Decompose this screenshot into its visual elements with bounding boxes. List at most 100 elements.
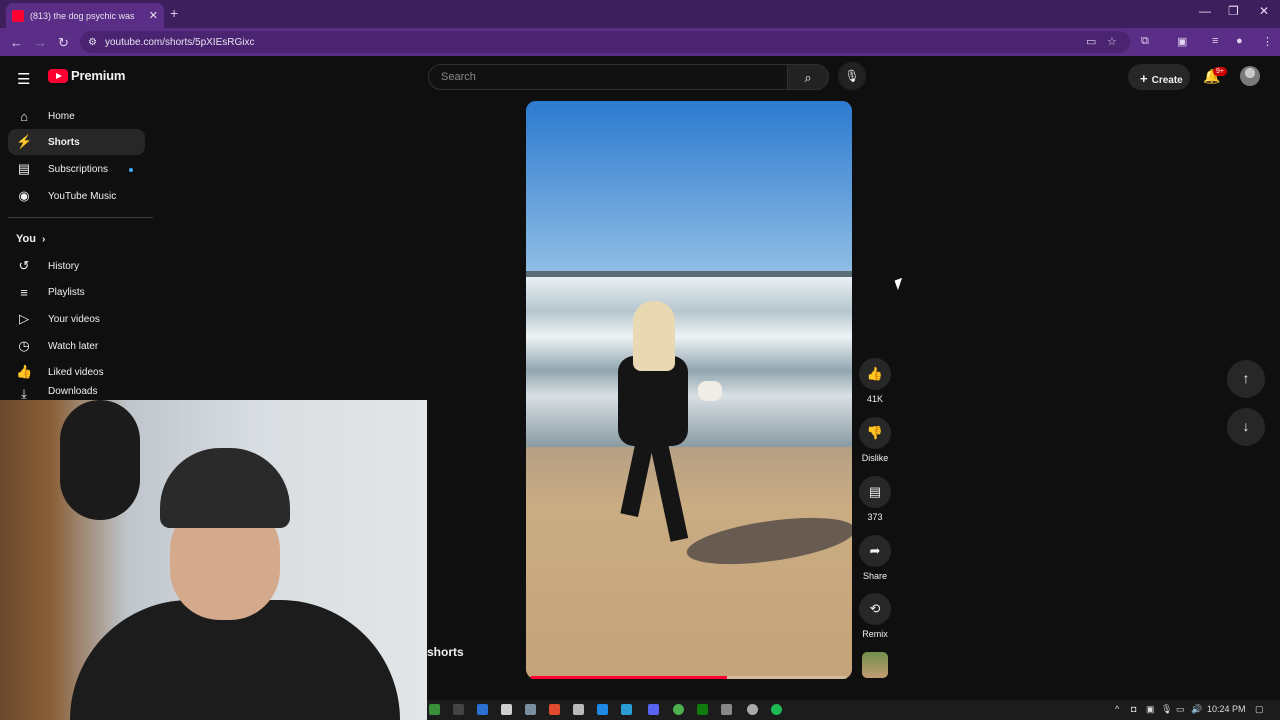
download-icon: ⤓	[21, 386, 27, 400]
volume-icon[interactable]: 🔊	[1191, 704, 1202, 715]
share-action[interactable]: ➦ Share	[857, 535, 893, 581]
sidebar-item-liked-videos[interactable]: 👍 Liked videos	[8, 359, 145, 385]
notifications-tray-icon[interactable]: ▢	[1255, 704, 1264, 715]
site-info-icon[interactable]: ⚙	[88, 37, 97, 48]
taskbar-app-icon[interactable]	[597, 704, 608, 715]
share-arrow-icon: ➦	[869, 543, 881, 558]
previous-short-button[interactable]: ↑	[1227, 360, 1265, 398]
like-button[interactable]: 👍	[859, 358, 891, 390]
sidebar-item-label: YouTube Music	[48, 190, 117, 202]
progress-fill	[531, 676, 727, 679]
sidebar-item-subscriptions[interactable]: ▤ Subscriptions	[8, 156, 145, 182]
liked-icon: 👍	[16, 364, 33, 379]
you-label: You	[16, 233, 36, 245]
comments-button[interactable]: ▤	[859, 476, 891, 508]
remix-action[interactable]: ⟲ Remix	[857, 593, 893, 639]
restore-button[interactable]: ❐	[1228, 4, 1239, 18]
media-control-icon[interactable]: ≡	[1212, 35, 1218, 47]
spotify-icon[interactable]	[771, 704, 782, 715]
sidebar-item-downloads[interactable]: ⤓ Downloads	[8, 386, 145, 400]
tab-close-icon[interactable]: ✕	[149, 9, 158, 22]
browser-tab[interactable]: (813) the dog psychic was ✕	[6, 3, 164, 28]
taskbar-app-icon[interactable]	[573, 704, 584, 715]
profile-icon[interactable]: ●	[1236, 35, 1243, 47]
shorts-video-player[interactable]	[526, 101, 852, 679]
tray-app-icon[interactable]: ◘	[1131, 704, 1136, 714]
youtube-header: ☰ Premium Search ⌕ 🎙 + Create 🔔 9+	[0, 56, 1280, 100]
watch-later-icon: ◷	[18, 338, 30, 353]
sidebar-item-label: Watch later	[48, 340, 99, 352]
next-short-button[interactable]: ↓	[1227, 408, 1265, 446]
like-action[interactable]: 👍 41K	[857, 358, 893, 404]
taskbar-app-icon[interactable]	[747, 704, 758, 715]
youtube-premium-logo[interactable]: Premium	[48, 68, 125, 83]
sidebar-item-watch-later[interactable]: ◷ Watch later	[8, 333, 145, 359]
arrow-down-icon: ↓	[1242, 418, 1250, 434]
forward-icon[interactable]: →	[34, 35, 47, 50]
install-icon[interactable]: ▭	[1086, 35, 1096, 48]
voice-search-button[interactable]: 🎙	[838, 62, 866, 90]
dislike-button[interactable]: 👎	[859, 417, 891, 449]
video-dog	[698, 381, 722, 401]
video-person	[618, 301, 708, 551]
comment-count: 373	[867, 512, 883, 522]
taskbar-app-icon[interactable]	[549, 704, 560, 715]
cast-icon[interactable]: ▣	[1177, 35, 1187, 48]
sidebar-item-shorts[interactable]: ⚡ Shorts	[8, 129, 145, 155]
sidebar-item-youtube-music[interactable]: ◉ YouTube Music	[8, 183, 145, 209]
webcam-overlay	[0, 400, 427, 720]
subscriptions-icon: ▤	[17, 161, 31, 176]
browser-toolbar: ← → ↻ ⚙ youtube.com/shorts/5pXIEsRGixc ▭…	[0, 28, 1280, 56]
comment-icon: ▤	[868, 484, 882, 499]
channel-thumbnail[interactable]	[862, 652, 888, 678]
share-label: Share	[862, 571, 888, 581]
address-bar[interactable]: ⚙ youtube.com/shorts/5pXIEsRGixc	[80, 31, 1130, 53]
back-icon[interactable]: ←	[10, 35, 23, 50]
search-icon: ⌕	[804, 70, 812, 85]
taskbar-app-icon[interactable]	[477, 704, 488, 715]
sidebar-item-label: Downloads	[48, 386, 98, 397]
dislike-action[interactable]: 👎 Dislike	[857, 417, 893, 463]
tray-chevron-icon[interactable]: ^	[1115, 704, 1119, 714]
network-icon[interactable]: ▭	[1176, 704, 1185, 715]
tray-app-icon[interactable]: ▣	[1146, 704, 1155, 715]
sidebar-item-playlists[interactable]: ≡ Playlists	[8, 279, 145, 305]
like-count: 41K	[866, 394, 883, 404]
microphone-tray-icon[interactable]: 🎙	[1161, 704, 1172, 715]
sidebar-item-your-videos[interactable]: ▷ Your videos	[8, 306, 145, 332]
browser-menu-icon[interactable]: ⋮	[1262, 35, 1273, 48]
search-button[interactable]: ⌕	[787, 64, 829, 90]
extensions-icon[interactable]: ⧉	[1141, 35, 1149, 48]
clock-text[interactable]: 10:24 PM	[1207, 704, 1246, 714]
taskbar-app-icon[interactable]	[648, 704, 659, 715]
taskbar-app-icon[interactable]	[621, 704, 632, 715]
taskbar-app-icon[interactable]	[501, 704, 512, 715]
create-label: Create	[1151, 75, 1183, 86]
account-avatar[interactable]	[1240, 66, 1260, 86]
sidebar-item-home[interactable]: ⌂ Home	[8, 103, 145, 129]
share-button[interactable]: ➦	[859, 535, 891, 567]
playlists-icon: ≡	[20, 284, 28, 300]
taskbar-app-icon[interactable]	[525, 704, 536, 715]
close-window-button[interactable]: ✕	[1259, 4, 1269, 18]
taskbar-app-icon[interactable]	[429, 704, 440, 715]
minimize-button[interactable]: —	[1199, 4, 1211, 18]
bookmark-star-icon[interactable]: ☆	[1107, 35, 1117, 48]
video-progress-bar[interactable]	[531, 676, 847, 679]
taskbar-app-icon[interactable]	[697, 704, 708, 715]
taskbar-app-icon[interactable]	[453, 704, 464, 715]
sidebar-you-heading[interactable]: You ›	[16, 233, 45, 245]
sidebar-item-history[interactable]: ↺ History	[8, 253, 145, 279]
sidebar: ⌂ Home ⚡ Shorts ▤ Subscriptions ◉ YouTube Mu…	[0, 100, 155, 400]
hamburger-menu-icon[interactable]: ☰	[17, 70, 30, 88]
search-input[interactable]: Search	[428, 64, 788, 90]
new-tab-button[interactable]: +	[170, 5, 178, 21]
comments-action[interactable]: ▤ 373	[857, 476, 893, 522]
remix-button[interactable]: ⟲	[859, 593, 891, 625]
shorts-overlay-label: shorts	[427, 645, 464, 659]
reload-icon[interactable]: ↻	[58, 35, 69, 51]
create-button[interactable]: + Create	[1128, 64, 1190, 90]
taskbar-app-icon[interactable]	[721, 704, 732, 715]
sidebar-item-label: Liked videos	[48, 366, 104, 378]
taskbar-app-icon[interactable]	[673, 704, 684, 715]
